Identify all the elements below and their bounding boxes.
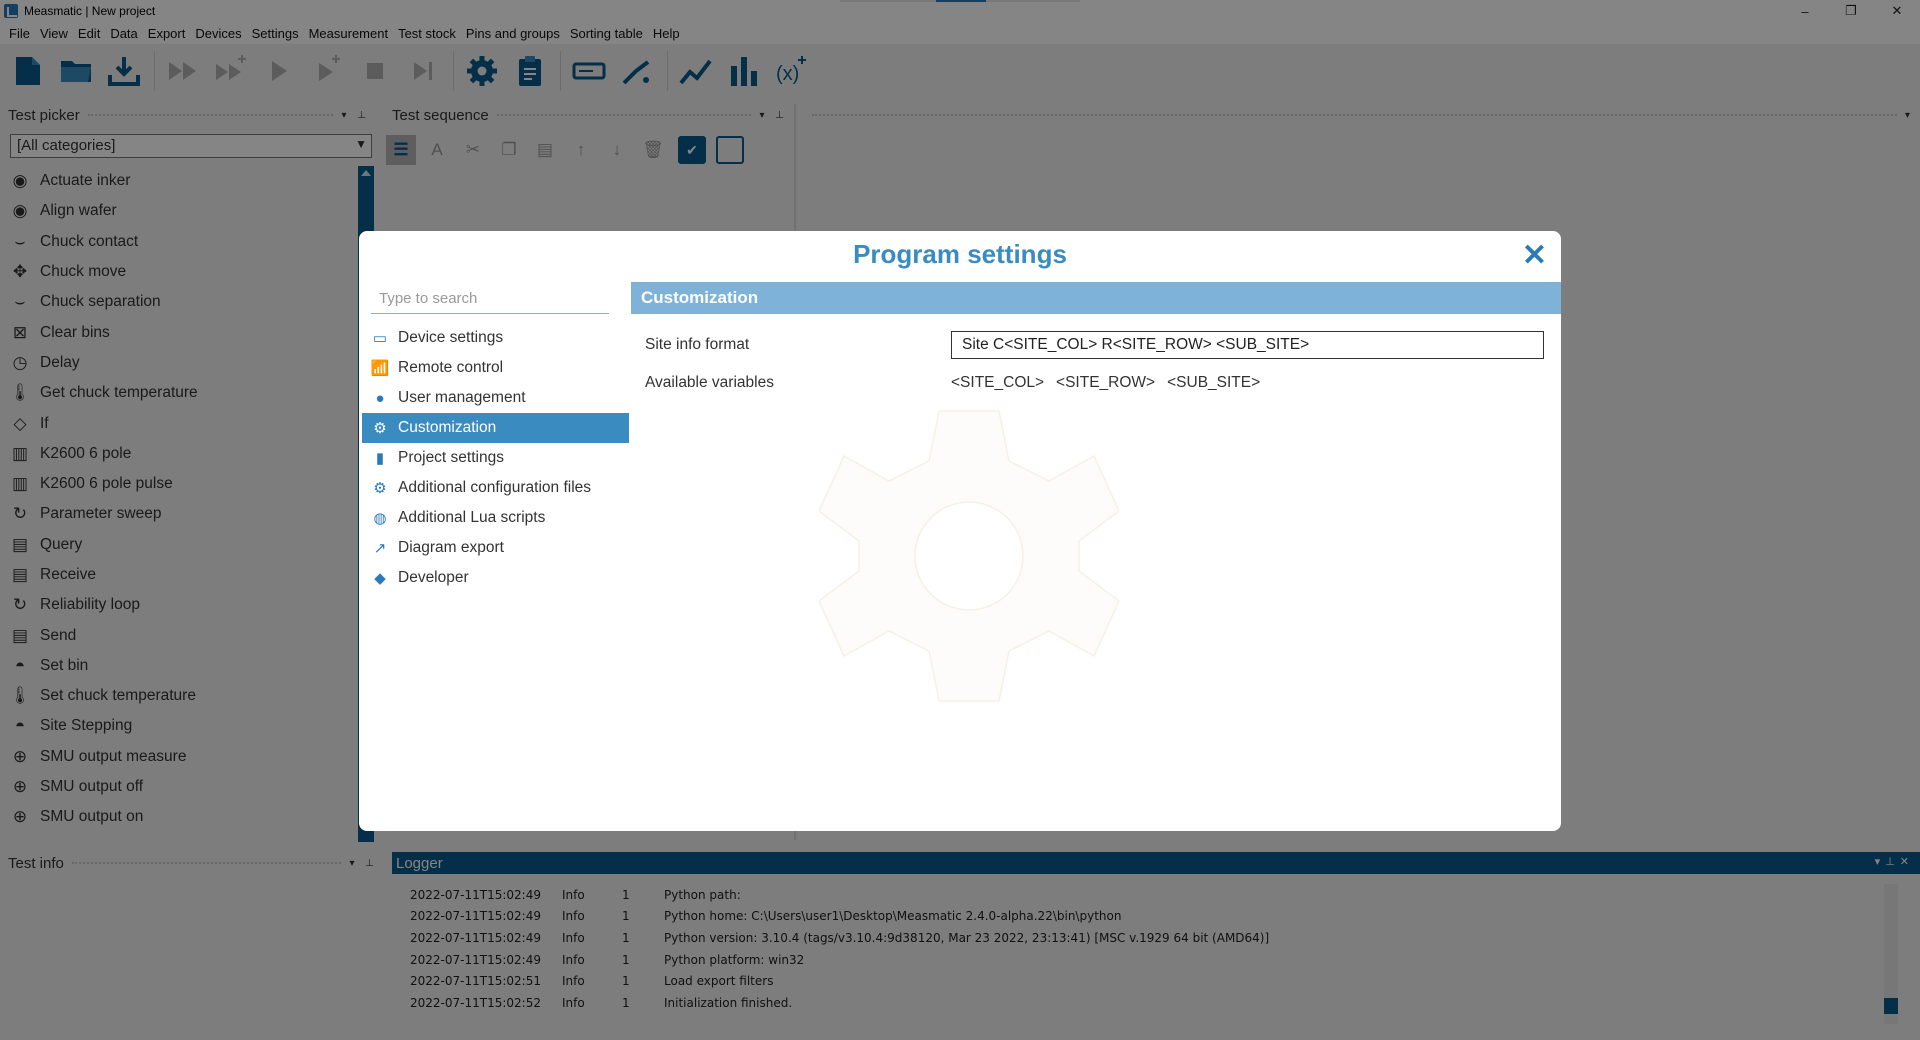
- program-settings-dialog: Program settings ✕ ▭ Device settings 📶 Remo…: [359, 231, 1561, 831]
- android-icon: ◆: [374, 570, 386, 587]
- site-info-format-label: Site info format: [645, 336, 750, 353]
- available-variables-label: Available variables: [645, 374, 774, 391]
- nav-item-label: User management: [398, 389, 526, 406]
- chart-line-icon: ↗: [373, 540, 387, 557]
- nav-item-label: Project settings: [398, 449, 504, 466]
- variable-site-row: <SITE_ROW>: [1056, 374, 1156, 391]
- nav-item-additional-lua-scripts[interactable]: ◍ Additional Lua scripts: [362, 503, 629, 533]
- nav-item-project-settings[interactable]: ▮ Project settings: [362, 443, 629, 473]
- settings-nav: ▭ Device settings 📶 Remote control ● User man…: [362, 323, 629, 593]
- nav-item-diagram-export[interactable]: ↗ Diagram export: [362, 533, 629, 563]
- device-icon: ▭: [372, 330, 388, 347]
- user-icon: ●: [375, 389, 385, 407]
- document-icon: ▮: [375, 450, 385, 467]
- nav-item-label: Diagram export: [398, 539, 504, 556]
- nav-item-label: Developer: [398, 569, 469, 586]
- nav-item-label: Customization: [398, 419, 497, 436]
- nav-item-label: Additional configuration files: [398, 479, 592, 496]
- variable-sub-site: <SUB_SITE>: [1167, 374, 1261, 391]
- nav-item-label: Additional Lua scripts: [398, 509, 546, 526]
- nav-item-label: Remote control: [398, 359, 504, 376]
- globe-gear-icon: ◍: [373, 510, 387, 527]
- nav-item-remote-control[interactable]: 📶 Remote control: [362, 353, 629, 383]
- site-info-format-input[interactable]: [951, 331, 1544, 359]
- dialog-title: Program settings: [853, 239, 1067, 269]
- nav-item-user-management[interactable]: ● User management: [362, 383, 629, 413]
- close-icon[interactable]: ✕: [1522, 241, 1547, 271]
- section-header: Customization: [631, 282, 1561, 314]
- nav-item-developer[interactable]: ◆ Developer: [362, 563, 629, 593]
- gears-icon: ⚙: [373, 480, 387, 497]
- gear-icon: ⚙: [373, 420, 387, 437]
- settings-search-input[interactable]: [371, 284, 609, 314]
- nav-item-label: Device settings: [398, 329, 504, 346]
- background-gear-icon: [819, 410, 1119, 702]
- available-variables-list: <SITE_COL> <SITE_ROW> <SUB_SITE>: [951, 374, 1272, 392]
- nav-item-additional-configuration-files[interactable]: ⚙ Additional configuration files: [362, 473, 629, 503]
- nav-item-customization[interactable]: ⚙ Customization: [362, 413, 629, 443]
- variable-site-col: <SITE_COL>: [951, 374, 1045, 391]
- remote-icon: 📶: [370, 360, 390, 377]
- nav-item-device-settings[interactable]: ▭ Device settings: [362, 323, 629, 353]
